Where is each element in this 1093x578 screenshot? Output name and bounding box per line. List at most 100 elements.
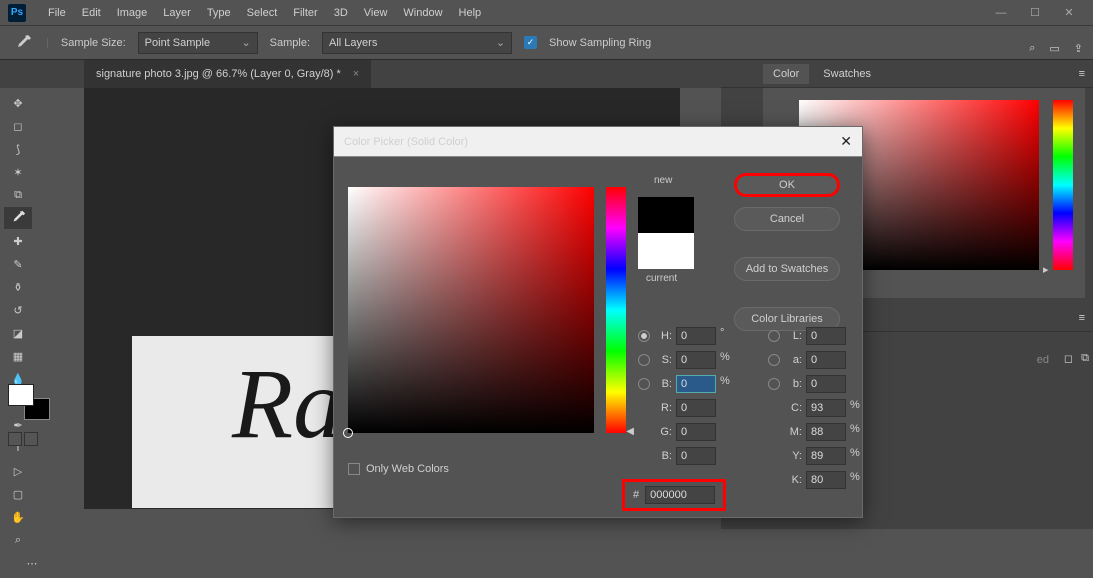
history-brush-tool-icon[interactable]: ↺ [4,299,32,321]
hex-field-group: # [622,479,726,511]
h-radio[interactable] [638,330,650,342]
eraser-tool-icon[interactable]: ◪ [4,322,32,344]
foreground-background-swatch[interactable] [8,384,52,424]
show-sampling-ring-label: Show Sampling Ring [549,37,651,49]
menu-bar: Ps File Edit Image Layer Type Select Fil… [0,0,1093,26]
crop-tool-icon[interactable]: ⧉ [4,184,32,206]
menu-window[interactable]: Window [395,7,450,19]
y-input[interactable] [806,447,846,465]
r-input[interactable] [676,399,716,417]
m-input[interactable] [806,423,846,441]
s-radio[interactable] [638,354,650,366]
gradient-tool-icon[interactable]: ▦ [4,345,32,367]
menu-image[interactable]: Image [109,7,156,19]
menu-file[interactable]: File [40,7,74,19]
menu-filter[interactable]: Filter [285,7,325,19]
quick-mask-icon[interactable] [8,432,22,446]
cancel-button[interactable]: Cancel [734,207,840,231]
panel-menu-icon[interactable]: ≡ [1079,312,1093,324]
b-hsb-radio[interactable] [638,378,650,390]
link-icon[interactable]: ⧉ [1081,352,1089,365]
hue-strip[interactable] [1053,100,1073,270]
b-lab-input[interactable] [806,375,846,393]
l-radio[interactable] [768,330,780,342]
menu-select[interactable]: Select [239,7,286,19]
h-input[interactable] [676,327,716,345]
ok-button[interactable]: OK [734,173,840,197]
menu-help[interactable]: Help [451,7,490,19]
new-adjustment-icon[interactable]: ◻ [1064,352,1073,365]
dialog-title: Color Picker (Solid Color) [344,136,468,148]
color-picker-dialog: Color Picker (Solid Color) ✕ ◀ new curre… [333,126,863,518]
move-tool-icon[interactable]: ✥ [4,92,32,114]
a-input[interactable] [806,351,846,369]
current-color-swatch[interactable] [638,233,694,269]
b-hsb-label: B: [654,378,672,390]
sample-dropdown[interactable]: All Layers [322,32,512,54]
truncated-label: ed [1037,354,1049,366]
zoom-tool-icon[interactable]: ⌕ [4,529,32,551]
current-label: current [646,273,677,284]
close-document-icon[interactable]: × [349,68,359,80]
heal-tool-icon[interactable]: ✚ [4,230,32,252]
l-input[interactable] [806,327,846,345]
signature-text: Ra [232,346,343,461]
document-title: signature photo 3.jpg @ 66.7% (Layer 0, … [96,68,341,80]
k-input[interactable] [806,471,846,489]
brush-tool-icon[interactable]: ✎ [4,253,32,275]
sample-size-dropdown[interactable]: Point Sample [138,32,258,54]
g-label: G: [654,426,672,438]
shape-tool-icon[interactable]: ▢ [4,483,32,505]
menu-edit[interactable]: Edit [74,7,109,19]
window-close-icon[interactable]: ✕ [1053,4,1085,22]
color-field[interactable] [348,187,594,433]
tools-panel: ✥ ◻ ⟆ ✶ ⧉ ✚ ✎ ⚱ ↺ ◪ ▦ 💧 ⊙ ✒ T ▷ ▢ ✋ ⌕ ⋯ [0,88,64,578]
s-label: S: [654,354,672,366]
screen-mode-icon[interactable] [24,432,38,446]
add-to-swatches-button[interactable]: Add to Swatches [734,257,840,281]
b-lab-radio[interactable] [768,378,780,390]
path-select-tool-icon[interactable]: ▷ [4,460,32,482]
window-minimize-icon[interactable]: — [985,4,1017,22]
sample-size-label: Sample Size: [61,37,126,49]
menu-view[interactable]: View [356,7,396,19]
stamp-tool-icon[interactable]: ⚱ [4,276,32,298]
search-icon[interactable]: ⌕ [1029,42,1035,55]
r-label: R: [654,402,672,414]
document-tab[interactable]: signature photo 3.jpg @ 66.7% (Layer 0, … [84,60,371,88]
menu-3d[interactable]: 3D [326,7,356,19]
web-colors-checkbox[interactable] [348,463,360,475]
color-field-cursor [343,428,353,438]
c-input[interactable] [806,399,846,417]
l-label: L: [784,330,802,342]
b-rgb-input[interactable] [676,447,716,465]
window-maximize-icon[interactable]: ☐ [1019,4,1051,22]
marquee-tool-icon[interactable]: ◻ [4,115,32,137]
hue-slider[interactable]: ◀ [606,187,626,433]
hue-slider-marker: ◀ [626,426,634,437]
panel-tab-swatches[interactable]: Swatches [813,64,881,84]
b-hsb-input[interactable] [676,375,716,393]
a-radio[interactable] [768,354,780,366]
magic-wand-tool-icon[interactable]: ✶ [4,161,32,183]
hash-label: # [633,489,639,501]
panel-tab-color[interactable]: Color [763,64,809,84]
foreground-color-swatch[interactable] [8,384,34,406]
panel-menu-icon[interactable]: ≡ [1079,68,1093,80]
menu-layer[interactable]: Layer [155,7,199,19]
lasso-tool-icon[interactable]: ⟆ [4,138,32,160]
menu-type[interactable]: Type [199,7,239,19]
dialog-titlebar[interactable]: Color Picker (Solid Color) ✕ [334,127,862,157]
eyedropper-tool-icon [12,32,34,54]
g-input[interactable] [676,423,716,441]
workspace-icon[interactable]: ▭ [1049,42,1059,55]
hex-input[interactable] [645,486,715,504]
hand-tool-icon[interactable]: ✋ [4,506,32,528]
dialog-close-icon[interactable]: ✕ [840,133,852,150]
s-input[interactable] [676,351,716,369]
show-sampling-ring-checkbox[interactable]: ✓ [524,36,537,49]
eyedropper-tool-icon[interactable] [4,207,32,229]
tool-edit-icon[interactable]: ⋯ [4,552,60,574]
web-colors-label: Only Web Colors [366,463,449,475]
share-icon[interactable]: ⇪ [1074,42,1083,55]
